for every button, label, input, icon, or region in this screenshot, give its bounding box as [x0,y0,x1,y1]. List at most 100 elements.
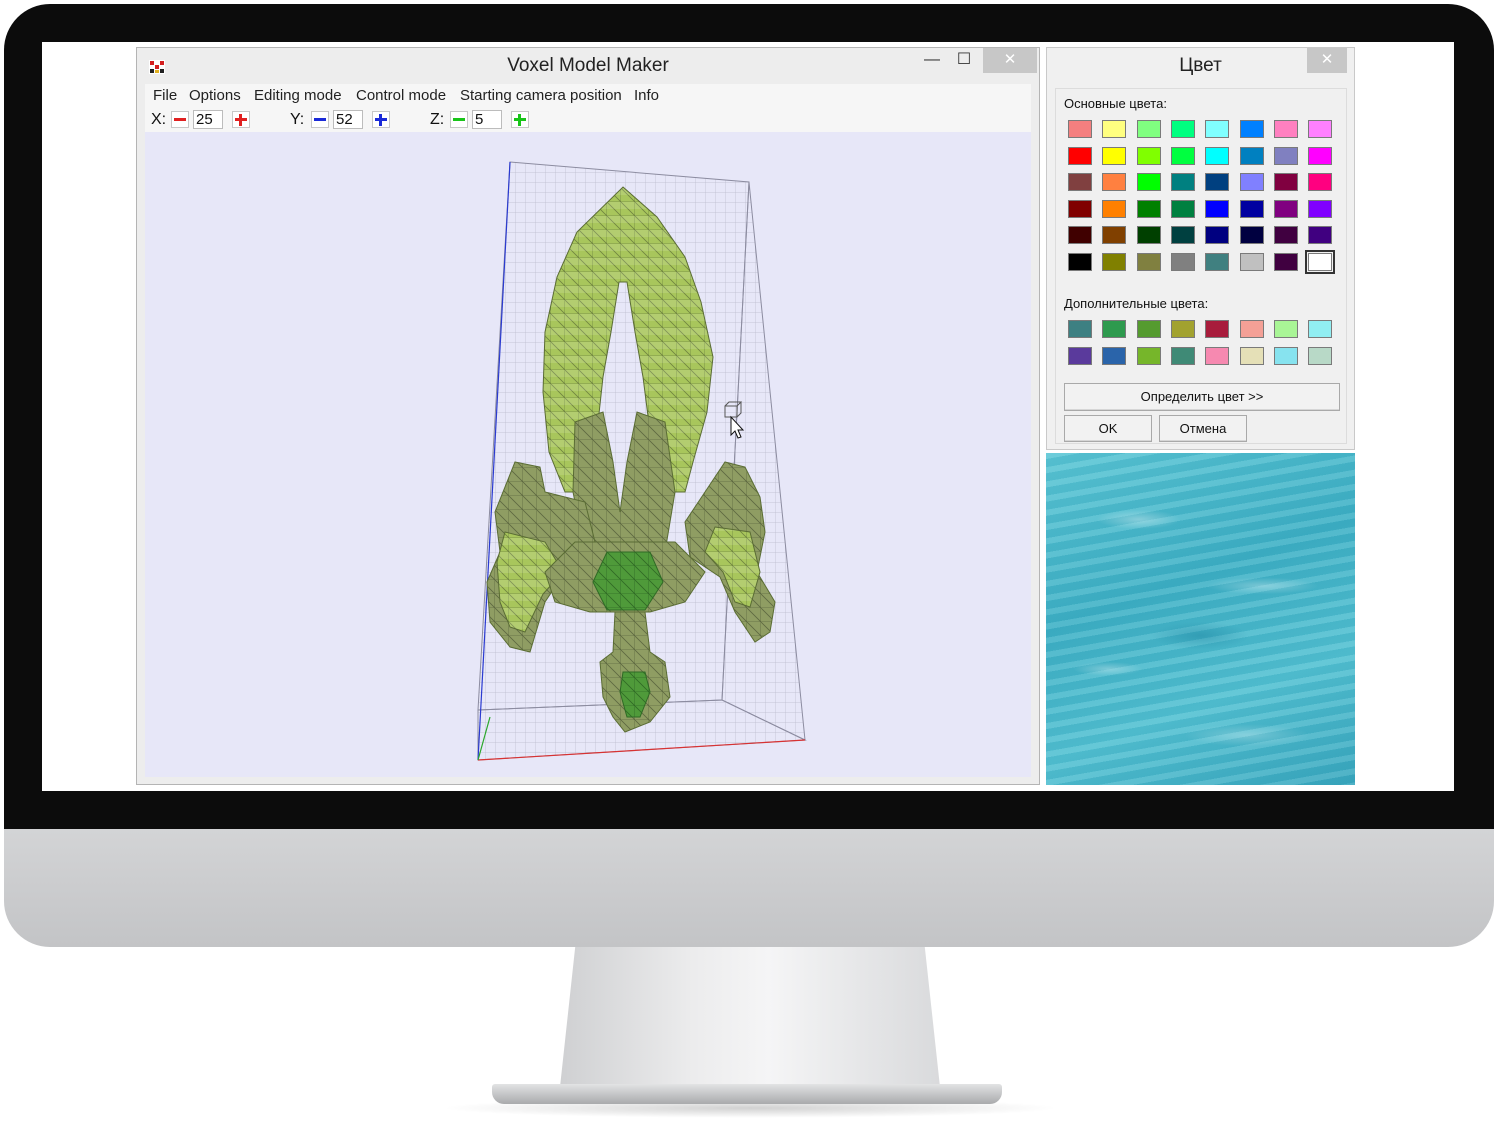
basic-color-swatch[interactable] [1136,199,1161,218]
x-value-field[interactable]: 25 [193,110,223,129]
z-label: Z: [430,111,445,128]
y-decrement-button[interactable] [311,111,329,128]
z-increment-button[interactable] [511,111,529,128]
basic-color-swatch[interactable] [1102,199,1127,218]
basic-color-swatch[interactable] [1273,120,1298,138]
basic-color-swatch[interactable] [1205,120,1230,138]
basic-color-swatch[interactable] [1273,226,1298,245]
title-bar[interactable]: Voxel Model Maker — ☐ ✕ [137,48,1039,84]
basic-color-swatch[interactable] [1305,250,1336,274]
maximize-button[interactable]: ☐ [949,48,979,73]
basic-color-swatch[interactable] [1205,173,1230,192]
basic-color-swatch[interactable] [1239,173,1264,192]
basic-color-swatch[interactable] [1308,173,1333,192]
x-increment-button[interactable] [232,111,250,128]
basic-color-swatch[interactable] [1170,120,1195,138]
custom-color-swatch[interactable] [1068,346,1092,365]
plus-icon-vertical [379,114,382,126]
custom-color-swatch[interactable] [1205,320,1230,338]
custom-color-swatch[interactable] [1102,346,1127,365]
custom-color-swatch[interactable] [1170,346,1195,365]
basic-color-swatch[interactable] [1273,253,1298,271]
basic-color-swatch[interactable] [1170,146,1195,165]
plus-icon-vertical [518,114,521,126]
menu-info[interactable]: Info [634,84,659,108]
minus-icon [174,118,186,121]
basic-color-swatch[interactable] [1239,199,1264,218]
custom-color-swatch[interactable] [1068,320,1092,338]
menu-editing-mode[interactable]: Editing mode [254,84,342,108]
basic-color-swatch[interactable] [1308,199,1333,218]
basic-color-swatch[interactable] [1170,199,1195,218]
basic-color-swatch[interactable] [1239,226,1264,245]
define-custom-color-button[interactable]: Определить цвет >> [1064,383,1340,411]
window-title: Voxel Model Maker [507,55,669,76]
y-value-field[interactable]: 52 [333,110,363,129]
basic-color-swatch[interactable] [1170,226,1195,245]
voxel-scene[interactable] [145,132,1031,777]
basic-color-swatch[interactable] [1273,173,1298,192]
color-dialog: Цвет ✕ Основные цвета: Дополнительные цв… [1046,47,1355,450]
basic-color-swatch[interactable] [1102,253,1127,271]
ok-button[interactable]: OK [1064,415,1152,442]
custom-color-swatch[interactable] [1205,346,1230,365]
basic-color-swatch[interactable] [1068,226,1092,245]
basic-color-swatch[interactable] [1068,253,1092,271]
custom-color-swatch[interactable] [1239,346,1264,365]
color-dialog-body: Основные цвета: Дополнительные цвета: Оп… [1055,88,1347,444]
basic-color-swatch[interactable] [1136,173,1161,192]
basic-color-swatch[interactable] [1205,199,1230,218]
basic-color-swatch[interactable] [1273,199,1298,218]
custom-color-swatch[interactable] [1308,320,1333,338]
app-logo-icon [149,60,165,74]
custom-color-swatch[interactable] [1102,320,1127,338]
basic-color-swatch[interactable] [1308,146,1333,165]
basic-color-swatch[interactable] [1273,146,1298,165]
custom-color-swatch[interactable] [1239,320,1264,338]
custom-color-swatch[interactable] [1170,320,1195,338]
y-increment-button[interactable] [372,111,390,128]
coordinate-toolbar: X: 25 Y: 52 Z: 5 [145,108,1031,132]
basic-color-swatch[interactable] [1205,146,1230,165]
basic-color-swatch[interactable] [1136,120,1161,138]
basic-color-swatch[interactable] [1102,173,1127,192]
x-decrement-button[interactable] [171,111,189,128]
basic-color-swatch[interactable] [1205,226,1230,245]
basic-color-swatch[interactable] [1170,173,1195,192]
basic-color-swatch[interactable] [1136,253,1161,271]
color-dialog-close-button[interactable]: ✕ [1307,48,1347,73]
z-decrement-button[interactable] [450,111,468,128]
custom-color-swatch[interactable] [1136,320,1161,338]
minimize-button[interactable]: — [917,48,947,73]
basic-color-swatch[interactable] [1068,173,1092,192]
custom-color-swatch[interactable] [1308,346,1333,365]
basic-colors-label: Основные цвета: [1064,96,1167,111]
menu-starting-camera[interactable]: Starting camera position [460,84,622,108]
custom-color-swatch[interactable] [1273,346,1298,365]
custom-color-swatch[interactable] [1273,320,1298,338]
basic-color-swatch[interactable] [1170,253,1195,271]
basic-color-swatch[interactable] [1308,226,1333,245]
basic-color-swatch[interactable] [1239,120,1264,138]
basic-color-swatch[interactable] [1102,226,1127,245]
menu-control-mode[interactable]: Control mode [356,84,446,108]
menu-file[interactable]: File [153,84,177,108]
menu-options[interactable]: Options [189,84,241,108]
basic-color-swatch[interactable] [1102,120,1127,138]
basic-color-swatch[interactable] [1068,120,1092,138]
cancel-button[interactable]: Отмена [1159,415,1247,442]
basic-color-swatch[interactable] [1068,199,1092,218]
custom-color-swatch[interactable] [1136,346,1161,365]
y-label: Y: [290,111,305,128]
basic-color-swatch[interactable] [1308,120,1333,138]
basic-color-swatch[interactable] [1205,253,1230,271]
3d-viewport[interactable] [145,132,1031,777]
close-button[interactable]: ✕ [983,48,1037,73]
z-value-field[interactable]: 5 [472,110,502,129]
basic-color-swatch[interactable] [1136,146,1161,165]
basic-color-swatch[interactable] [1136,226,1161,245]
basic-color-swatch[interactable] [1068,146,1092,165]
basic-color-swatch[interactable] [1102,146,1127,165]
basic-color-swatch[interactable] [1239,253,1264,271]
basic-color-swatch[interactable] [1239,146,1264,165]
